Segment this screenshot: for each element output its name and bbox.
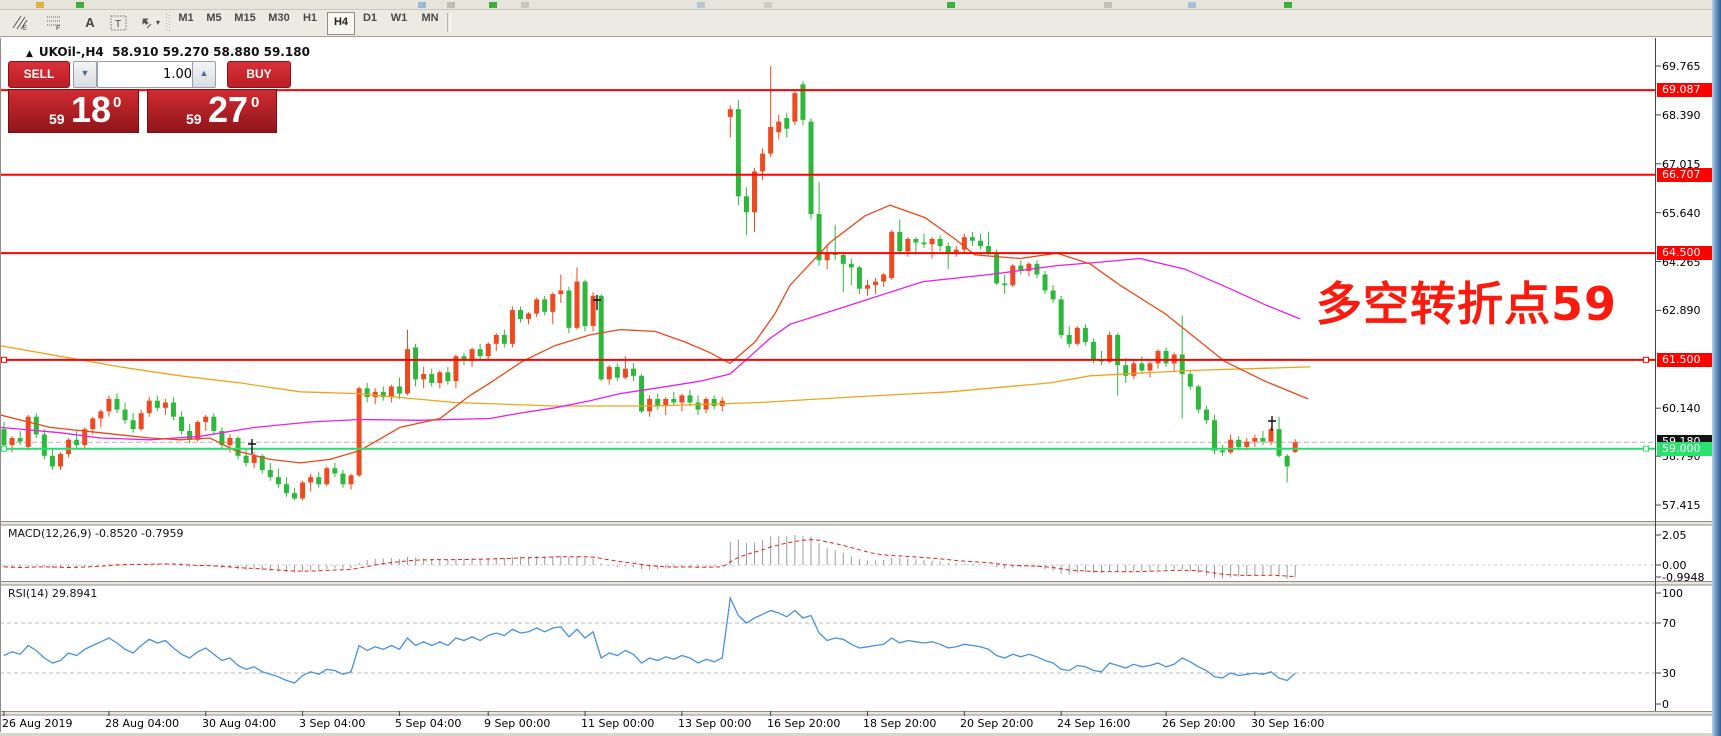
rsi-indicator-label: RSI(14) 29.8941 bbox=[8, 587, 97, 600]
ma-slow-gold bbox=[0, 346, 1310, 406]
price-axis-tick: 69.765 bbox=[1662, 60, 1701, 73]
ohlc-values: 58.910 59.270 58.880 59.180 bbox=[112, 45, 310, 59]
line-handle[interactable] bbox=[2, 446, 7, 451]
macd-axis-tick: -0.9948 bbox=[1662, 571, 1704, 584]
time-axis-label: 11 Sep 00:00 bbox=[581, 717, 654, 730]
sell-price-big: 18 bbox=[71, 89, 111, 131]
rsi-axis-tick: 100 bbox=[1662, 587, 1683, 600]
time-axis-label: 30 Sep 16:00 bbox=[1251, 717, 1324, 730]
time-axis-label: 5 Sep 04:00 bbox=[395, 717, 461, 730]
chart-ohlc-readout: ▲ UKOil-,H4 58.910 59.270 58.880 59.180 bbox=[26, 45, 310, 59]
line-handle[interactable] bbox=[1644, 446, 1649, 451]
buy-price-sup: 0 bbox=[251, 94, 259, 111]
rsi-axis-tick: 70 bbox=[1662, 617, 1676, 630]
macd-panel bbox=[0, 535, 1656, 579]
price-axis-tick: 68.390 bbox=[1662, 109, 1701, 122]
price-axis-badge: 69.087 bbox=[1657, 83, 1716, 97]
macd-axis-tick: 2.05 bbox=[1662, 529, 1687, 542]
line-handle[interactable] bbox=[2, 357, 7, 362]
chinese-annotation: 多空转折点59 bbox=[1316, 268, 1617, 334]
time-axis-label: 26 Sep 20:00 bbox=[1162, 717, 1235, 730]
sell-price-sup: 0 bbox=[113, 94, 121, 111]
window-right-scrollbar[interactable] bbox=[1712, 0, 1721, 736]
price-axis-badge: 61.500 bbox=[1657, 353, 1716, 367]
time-axis-label: 16 Sep 20:00 bbox=[767, 717, 840, 730]
buy-price-panel[interactable]: 59 27 0 bbox=[147, 89, 277, 133]
price-axis-tick: 57.415 bbox=[1662, 499, 1701, 512]
sell-button[interactable]: SELL bbox=[8, 61, 70, 88]
time-axis-label: 9 Sep 00:00 bbox=[484, 717, 550, 730]
rsi-panel bbox=[0, 598, 1656, 683]
time-axis-label: 3 Sep 04:00 bbox=[299, 717, 365, 730]
volume-increase-button[interactable]: ▲ bbox=[192, 61, 216, 88]
time-axis-label: 24 Sep 16:00 bbox=[1057, 717, 1130, 730]
rsi-axis-tick: 0 bbox=[1662, 698, 1669, 711]
buy-price-big: 27 bbox=[208, 89, 248, 131]
symbol-label: UKOil-,H4 bbox=[39, 45, 104, 59]
macd-indicator-label: MACD(12,26,9) -0.8520 -0.7959 bbox=[8, 527, 183, 540]
price-axis-tick: 60.140 bbox=[1662, 402, 1701, 415]
time-axis-label: 28 Aug 04:00 bbox=[105, 717, 179, 730]
sell-price-prefix: 59 bbox=[49, 111, 65, 127]
mt4-terminal: E F A T ▾ M1M5M15M30H1H4D1W1MN ▲UKOil-,H… bbox=[0, 0, 1721, 736]
time-axis-label: 18 Sep 20:00 bbox=[863, 717, 936, 730]
buy-button[interactable]: BUY bbox=[227, 61, 291, 88]
price-axis-badge: 59.000 bbox=[1657, 442, 1716, 456]
price-axis-tick: 65.640 bbox=[1662, 207, 1701, 220]
time-axis-label: 30 Aug 04:00 bbox=[202, 717, 276, 730]
collapse-icon[interactable]: ▲ bbox=[26, 49, 33, 59]
line-handle[interactable] bbox=[1644, 357, 1649, 362]
price-axis-badge: 64.500 bbox=[1657, 246, 1716, 260]
rsi-axis-tick: 30 bbox=[1662, 667, 1676, 680]
price-axis-badge: 66.707 bbox=[1657, 168, 1716, 182]
buy-price-prefix: 59 bbox=[186, 111, 202, 127]
sell-price-panel[interactable]: 59 18 0 bbox=[8, 89, 139, 133]
volume-decrease-button[interactable]: ▼ bbox=[73, 61, 97, 88]
volume-input[interactable] bbox=[97, 61, 199, 88]
time-axis-label: 13 Sep 00:00 bbox=[678, 717, 751, 730]
price-axis-tick: 62.890 bbox=[1662, 304, 1701, 317]
time-axis-label: 26 Aug 2019 bbox=[2, 717, 72, 730]
time-axis-label: 20 Sep 20:00 bbox=[960, 717, 1033, 730]
